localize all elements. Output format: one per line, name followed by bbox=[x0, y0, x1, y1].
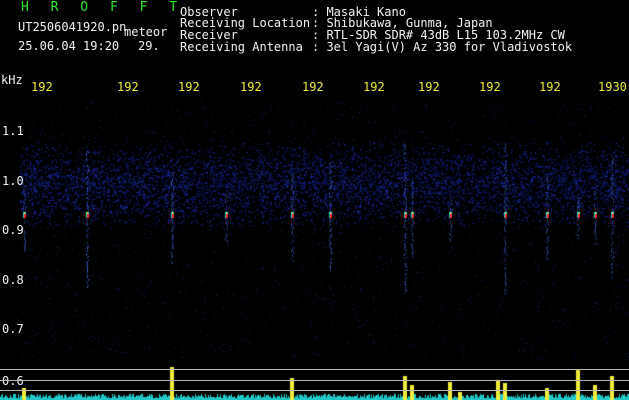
antenna-label: Receiving Antenna bbox=[180, 40, 303, 54]
time-tick: 192 bbox=[178, 80, 200, 94]
time-tick: 192 bbox=[418, 80, 440, 94]
echo-count: 29. bbox=[138, 39, 160, 53]
date-time: 25.06.04 19:20 bbox=[18, 39, 120, 53]
time-tick: 192 bbox=[302, 80, 324, 94]
time-tick: 192 bbox=[240, 80, 262, 94]
level-reference-line bbox=[0, 369, 629, 370]
frequency-unit-label: kHz bbox=[1, 73, 23, 87]
frequency-tick: 0.7 bbox=[2, 322, 24, 336]
file-name: UT2506041920.pn bbox=[18, 20, 127, 34]
hrofft-window: H R O F F T UT2506041920.pn meteor 25.06… bbox=[0, 0, 629, 400]
time-tick: 192 bbox=[539, 80, 561, 94]
time-tick: 192 bbox=[31, 80, 53, 94]
level-reference-line bbox=[0, 390, 629, 391]
frequency-tick: 1.0 bbox=[2, 174, 24, 188]
app-title: H R O F F T bbox=[21, 0, 185, 15]
time-tick: 192 bbox=[117, 80, 139, 94]
time-tick: 192 bbox=[363, 80, 385, 94]
frequency-tick: 0.6 bbox=[2, 374, 24, 388]
time-tick: 192 bbox=[479, 80, 501, 94]
frequency-tick: 0.8 bbox=[2, 273, 24, 287]
level-reference-line bbox=[0, 380, 629, 381]
antenna-value: : 3el Yagi(V) Az 330 for Vladivostok bbox=[312, 40, 573, 54]
mode-label: meteor bbox=[124, 25, 168, 39]
frequency-tick: 1.1 bbox=[2, 124, 24, 138]
frequency-tick: 0.9 bbox=[2, 223, 24, 237]
spectrogram-canvas bbox=[0, 0, 629, 400]
time-tick: 1930 bbox=[598, 80, 627, 94]
